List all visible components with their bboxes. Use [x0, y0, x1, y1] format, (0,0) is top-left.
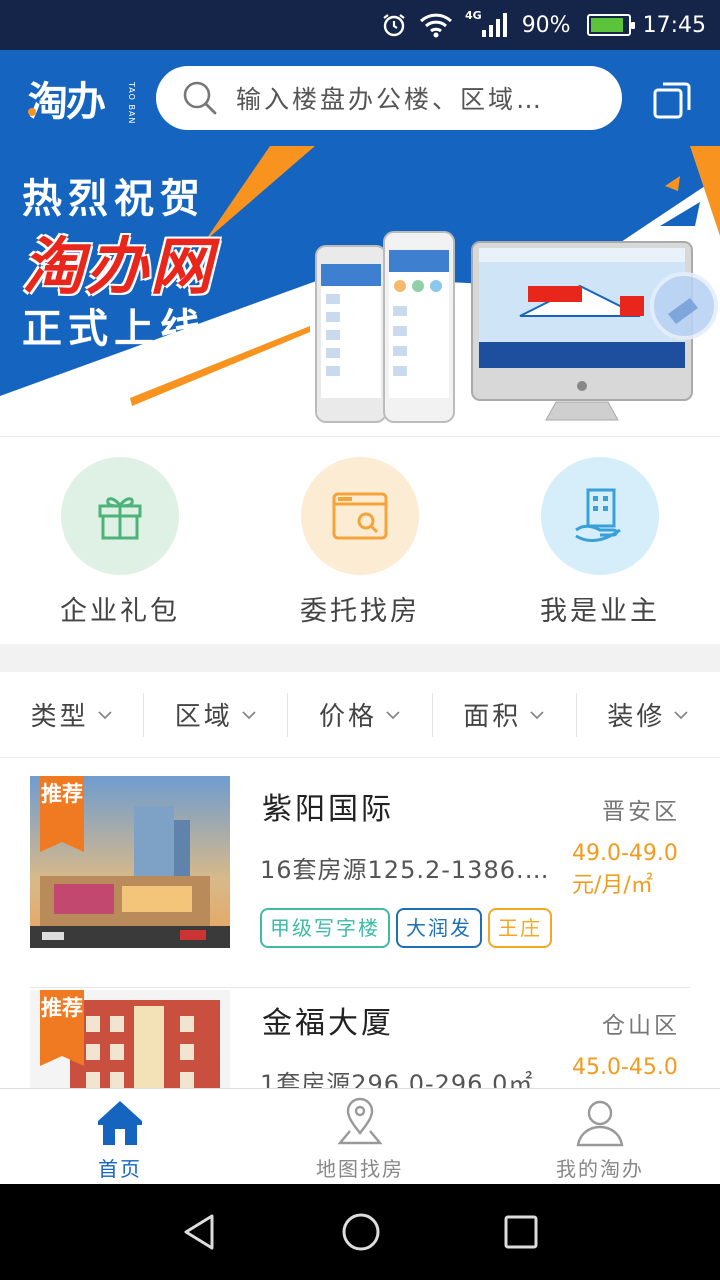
filter-type[interactable]: 类型	[0, 692, 145, 737]
copy-icon[interactable]	[652, 80, 692, 120]
gift-icon	[98, 497, 142, 540]
quick-action-circle	[61, 457, 179, 575]
chevron-down-icon	[674, 710, 689, 719]
chevron-down-icon	[242, 710, 256, 719]
battery-percent: 90%	[521, 12, 571, 38]
search-input[interactable]: 输入楼盘办公楼、区域…	[156, 66, 622, 130]
banner-line-3: 正式上线	[22, 306, 206, 352]
battery-fill	[590, 18, 623, 32]
app-logo[interactable]: 淘办 TAO BAN	[28, 68, 136, 128]
listing-description: 16套房源125.2-1386.5㎡	[260, 856, 562, 884]
logo-text: 淘办	[28, 79, 106, 125]
browser-search-icon	[332, 492, 388, 540]
quick-action-enterprise-gift[interactable]: 企业礼包	[20, 457, 220, 628]
signal-icon: 4G	[465, 8, 510, 38]
chevron-down-icon	[97, 710, 112, 719]
clock: 17:45	[642, 12, 706, 38]
nav-label: 首页	[98, 1157, 142, 1181]
listing-tag: 甲级写字楼	[260, 908, 390, 948]
alarm-icon	[381, 12, 407, 38]
recommend-badge: 推荐	[40, 776, 84, 852]
listing-price: 45.0-45.0	[572, 1055, 678, 1080]
listing-tag: 大润发	[396, 908, 482, 948]
user-icon	[576, 1100, 624, 1147]
map-pin-icon	[337, 1097, 383, 1145]
listing-thumbnail: 推荐	[30, 990, 230, 1088]
network-type: 4G	[465, 8, 482, 22]
nav-label: 地图找房	[316, 1157, 404, 1181]
filter-size[interactable]: 面积	[433, 692, 577, 737]
building-hand-icon	[575, 488, 621, 542]
quick-action-owner[interactable]: 我是业主	[500, 457, 700, 628]
wifi-icon	[419, 12, 453, 38]
nav-home[interactable]: 首页	[0, 1089, 240, 1184]
logo-dot	[28, 108, 36, 116]
filter-label: 面积	[463, 702, 522, 732]
listing-tag: 王庄	[488, 908, 552, 948]
home-icon	[98, 1101, 142, 1145]
promo-banner[interactable]: 热烈祝贺 淘办网 正式上线	[0, 146, 720, 436]
filter-label: 装修	[607, 702, 666, 732]
listing-description: 1套房源296.0-296.0㎡	[260, 1070, 534, 1088]
listing-tags: 甲级写字楼 大润发 王庄	[260, 908, 558, 948]
back-icon[interactable]	[180, 1212, 220, 1252]
listing-name: 紫阳国际	[262, 792, 394, 827]
home-button-icon[interactable]	[340, 1211, 382, 1253]
quick-action-label: 委托找房	[300, 596, 420, 627]
chevron-down-icon	[386, 710, 400, 719]
listing-district: 仓山区	[602, 1013, 680, 1039]
chevron-down-icon	[530, 710, 544, 719]
battery-icon	[586, 14, 635, 36]
listing-price: 49.0-49.0元/月/㎡	[572, 841, 678, 898]
listing-name: 金福大厦	[262, 1006, 394, 1041]
recent-apps-icon[interactable]	[502, 1213, 540, 1251]
quick-action-entrust-search[interactable]: 委托找房	[260, 457, 460, 628]
bottom-nav: 首页 地图找房 我的淘办	[0, 1088, 720, 1184]
search-placeholder: 输入楼盘办公楼、区域…	[236, 85, 545, 114]
nav-map-search[interactable]: 地图找房	[240, 1089, 480, 1184]
listing-item[interactable]: 推荐 紫阳国际 晋安区 16套房源125.2-1386.5㎡ 49.0-49.0…	[30, 776, 690, 988]
logo-subtext: TAO BAN	[127, 82, 136, 125]
system-nav-bar	[0, 1184, 720, 1280]
filter-label: 类型	[30, 702, 89, 732]
listing-item[interactable]: 推荐 金福大厦 仓山区 1套房源296.0-296.0㎡ 45.0-45.0	[30, 990, 690, 1088]
listing-thumbnail: 推荐	[30, 776, 230, 948]
battery-icon-wrap	[583, 14, 635, 36]
app-header: 淘办 TAO BAN 输入楼盘办公楼、区域…	[0, 50, 720, 146]
quick-actions: 企业礼包 委托找房 我是业主	[0, 436, 720, 644]
recommend-badge: 推荐	[40, 990, 84, 1066]
quick-action-label: 企业礼包	[60, 596, 180, 627]
nav-label: 我的淘办	[556, 1157, 644, 1181]
filter-area[interactable]: 区域	[144, 692, 289, 737]
banner-line-2: 淘办网	[22, 230, 215, 303]
quick-action-circle	[541, 457, 659, 575]
status-bar: 4G 90% 17:45	[0, 0, 720, 50]
filter-bar: 类型 区域 价格 面积 装修	[0, 672, 720, 758]
nav-my-taoban[interactable]: 我的淘办	[480, 1089, 720, 1184]
filter-label: 区域	[174, 702, 233, 732]
quick-action-circle	[301, 457, 419, 575]
filter-decoration[interactable]: 装修	[577, 693, 720, 737]
listing-list: 推荐 紫阳国际 晋安区 16套房源125.2-1386.5㎡ 49.0-49.0…	[0, 758, 720, 1088]
filter-price[interactable]: 价格	[288, 692, 433, 737]
filter-label: 价格	[319, 702, 378, 732]
quick-action-label: 我是业主	[540, 596, 660, 627]
listing-district: 晋安区	[602, 799, 680, 825]
search-icon	[183, 81, 217, 115]
